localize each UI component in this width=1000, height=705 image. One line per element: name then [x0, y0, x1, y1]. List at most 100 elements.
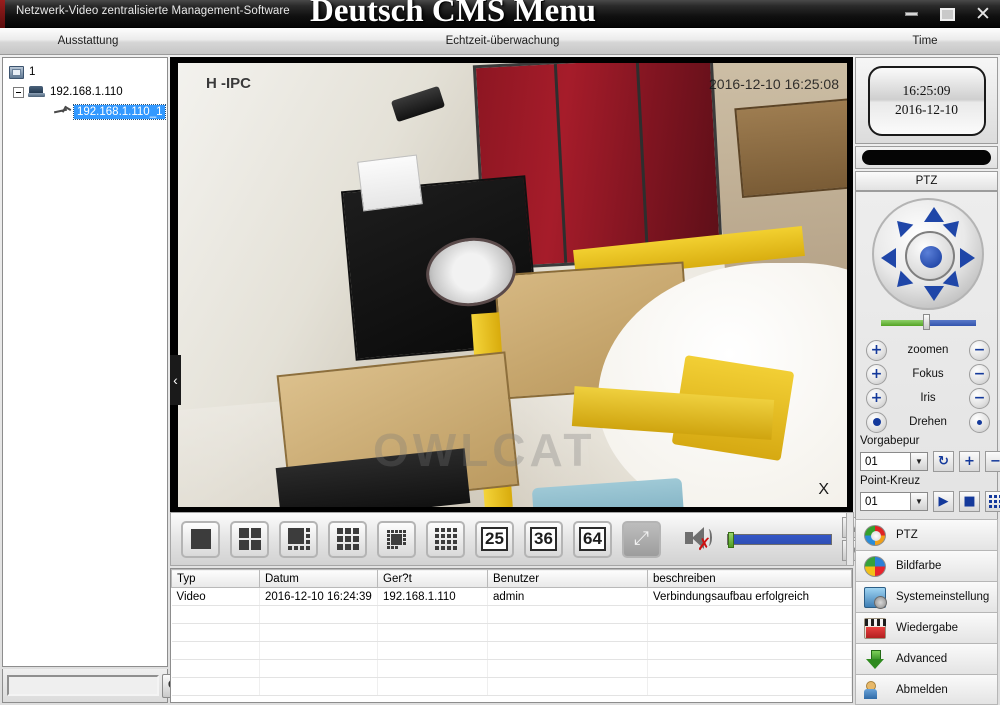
tree-node-label: 192.168.1.110: [50, 86, 123, 98]
layout-6-button[interactable]: [279, 520, 318, 558]
table-header-row: Typ Datum Ger?t Benutzer beschreiben: [171, 569, 852, 588]
cell-datum: 2016-12-10 16:24:39: [259, 587, 378, 606]
table-row[interactable]: Video 2016-12-10 16:24:39 192.168.1.110 …: [171, 587, 852, 606]
column-datum[interactable]: Datum: [259, 569, 378, 588]
tab-time[interactable]: Time: [850, 28, 1000, 55]
device-icon: [28, 86, 45, 98]
collapse-expander-icon[interactable]: [13, 86, 24, 98]
ptz-right-icon[interactable]: [960, 248, 975, 268]
menu-item-bildfarbe[interactable]: Bildfarbe: [855, 550, 998, 581]
column-geraet[interactable]: Ger?t: [377, 569, 488, 588]
chevron-down-icon[interactable]: ▼: [910, 453, 927, 470]
table-row-empty: [171, 605, 852, 624]
time-display-panel: 16:25:09 2016-12-10: [855, 57, 998, 144]
fullscreen-glyph: ⤢: [633, 528, 650, 549]
volume-slider[interactable]: [727, 531, 832, 548]
menu-item-label: Abmelden: [896, 683, 948, 696]
ptz-speed-knob[interactable]: [923, 314, 930, 330]
iris-plus-button[interactable]: +: [866, 387, 887, 409]
menu-item-systemeinstellung[interactable]: Systemeinstellung: [855, 581, 998, 612]
iris-minus-button[interactable]: −: [969, 387, 990, 409]
tree-node-device[interactable]: 192.168.1.110: [7, 82, 167, 102]
preset-label: Vorgabepur: [860, 435, 920, 447]
column-beschreiben[interactable]: beschreiben: [647, 569, 852, 588]
column-benutzer[interactable]: Benutzer: [487, 569, 648, 588]
maximize-icon[interactable]: [936, 4, 958, 24]
layout-25-button[interactable]: 25: [475, 520, 514, 558]
device-tree: 1 192.168.1.110 192.168.1.110_1: [3, 58, 167, 666]
layout-8-button[interactable]: [377, 520, 416, 558]
rotate-stop-button[interactable]: [969, 411, 990, 433]
ptz-up-right-icon[interactable]: [942, 214, 966, 238]
menu-item-wiedergabe[interactable]: Wiedergabe: [855, 612, 998, 643]
ptz-up-left-icon[interactable]: [890, 214, 914, 238]
time-display: 16:25:09 2016-12-10: [867, 65, 986, 136]
ptz-left-icon[interactable]: [881, 248, 896, 268]
tree-node-channel[interactable]: 192.168.1.110_1: [7, 102, 167, 122]
speaker-muted-icon[interactable]: ✗: [683, 524, 717, 554]
ptz-up-icon[interactable]: [924, 207, 944, 222]
minimize-icon[interactable]: [900, 4, 922, 24]
cruise-grid-button[interactable]: [985, 491, 1000, 512]
ptz-icon: [864, 524, 886, 546]
zoom-label: zoomen: [907, 344, 949, 356]
playback-icon: [864, 617, 887, 639]
ptz-rotate-row: Drehen: [866, 410, 990, 434]
video-pane[interactable]: OWLCAT H -IPC 2016-12-10 16:25:08 X: [170, 57, 853, 512]
layout-36-button[interactable]: 36: [524, 520, 563, 558]
rotate-start-button[interactable]: [866, 411, 887, 433]
focus-minus-button[interactable]: −: [968, 363, 990, 385]
video-close-marker[interactable]: X: [818, 481, 829, 499]
preset-select-value: 01: [865, 455, 878, 468]
close-icon[interactable]: ✕: [972, 4, 994, 24]
app-subtitle: Netzwerk-Video zentralisierte Management…: [16, 5, 290, 17]
layout-9-button[interactable]: [328, 520, 367, 558]
rotate-label: Drehen: [909, 416, 947, 428]
tab-echtzeit-ueberwachung[interactable]: Echtzeit-überwachung: [330, 28, 675, 55]
tab-strip: Ausstattung Echtzeit-überwachung Time: [0, 28, 1000, 55]
video-stream[interactable]: OWLCAT H -IPC 2016-12-10 16:25:08 X: [178, 63, 847, 507]
device-search-bar: [2, 669, 215, 703]
zoom-minus-button[interactable]: −: [968, 339, 990, 361]
menu-item-advanced[interactable]: Advanced: [855, 643, 998, 674]
ptz-down-left-icon[interactable]: [890, 270, 914, 294]
ptz-down-icon[interactable]: [924, 286, 944, 301]
tab-ausstattung[interactable]: Ausstattung: [8, 28, 168, 55]
layout-64-button[interactable]: 64: [573, 520, 612, 558]
zoom-plus-button[interactable]: +: [866, 339, 887, 361]
preset-row: 01 ▼ ↻ + −: [860, 451, 1000, 472]
video-scrollbar[interactable]: [846, 512, 854, 566]
color-wheel-icon: [864, 555, 886, 577]
ptz-iris-row: + Iris −: [866, 386, 990, 410]
preset-add-button[interactable]: +: [959, 451, 980, 472]
fullscreen-icon[interactable]: ⤢: [622, 520, 661, 558]
search-input[interactable]: [7, 675, 159, 696]
focus-plus-button[interactable]: +: [866, 363, 887, 385]
layout-4-button[interactable]: [230, 520, 269, 558]
ptz-speed-slider[interactable]: [881, 314, 976, 330]
layout-1-button[interactable]: [181, 520, 220, 558]
camera-icon: [53, 106, 69, 118]
cruise-stop-button[interactable]: ■: [959, 491, 980, 512]
video-osd-channel-name: H -IPC: [206, 75, 251, 92]
column-typ[interactable]: Typ: [171, 569, 260, 588]
preset-goto-button[interactable]: ↻: [933, 451, 954, 472]
menu-item-ptz[interactable]: PTZ: [855, 519, 998, 550]
layout-25-label: 25: [481, 527, 508, 551]
menu-item-abmelden[interactable]: Abmelden: [855, 674, 998, 705]
tree-node-group[interactable]: 1: [7, 62, 167, 82]
ptz-joystick[interactable]: [872, 198, 984, 310]
volume-slider-knob[interactable]: [728, 531, 734, 548]
cruise-select[interactable]: 01 ▼: [860, 492, 928, 511]
device-tree-panel: 1 192.168.1.110 192.168.1.110_1: [2, 57, 168, 667]
layout-16-button[interactable]: [426, 520, 465, 558]
tree-node-label-selected: 192.168.1.110_1: [72, 104, 167, 120]
preset-remove-button[interactable]: −: [985, 451, 1000, 472]
sidebar-collapse-handle[interactable]: ‹: [170, 355, 181, 405]
cruise-label: Point-Kreuz: [860, 475, 921, 487]
chevron-down-icon[interactable]: ▼: [910, 493, 927, 510]
cell-benutzer: admin: [487, 587, 648, 606]
ptz-center-button[interactable]: [905, 231, 955, 281]
preset-select[interactable]: 01 ▼: [860, 452, 928, 471]
cruise-play-button[interactable]: ▶: [933, 491, 954, 512]
